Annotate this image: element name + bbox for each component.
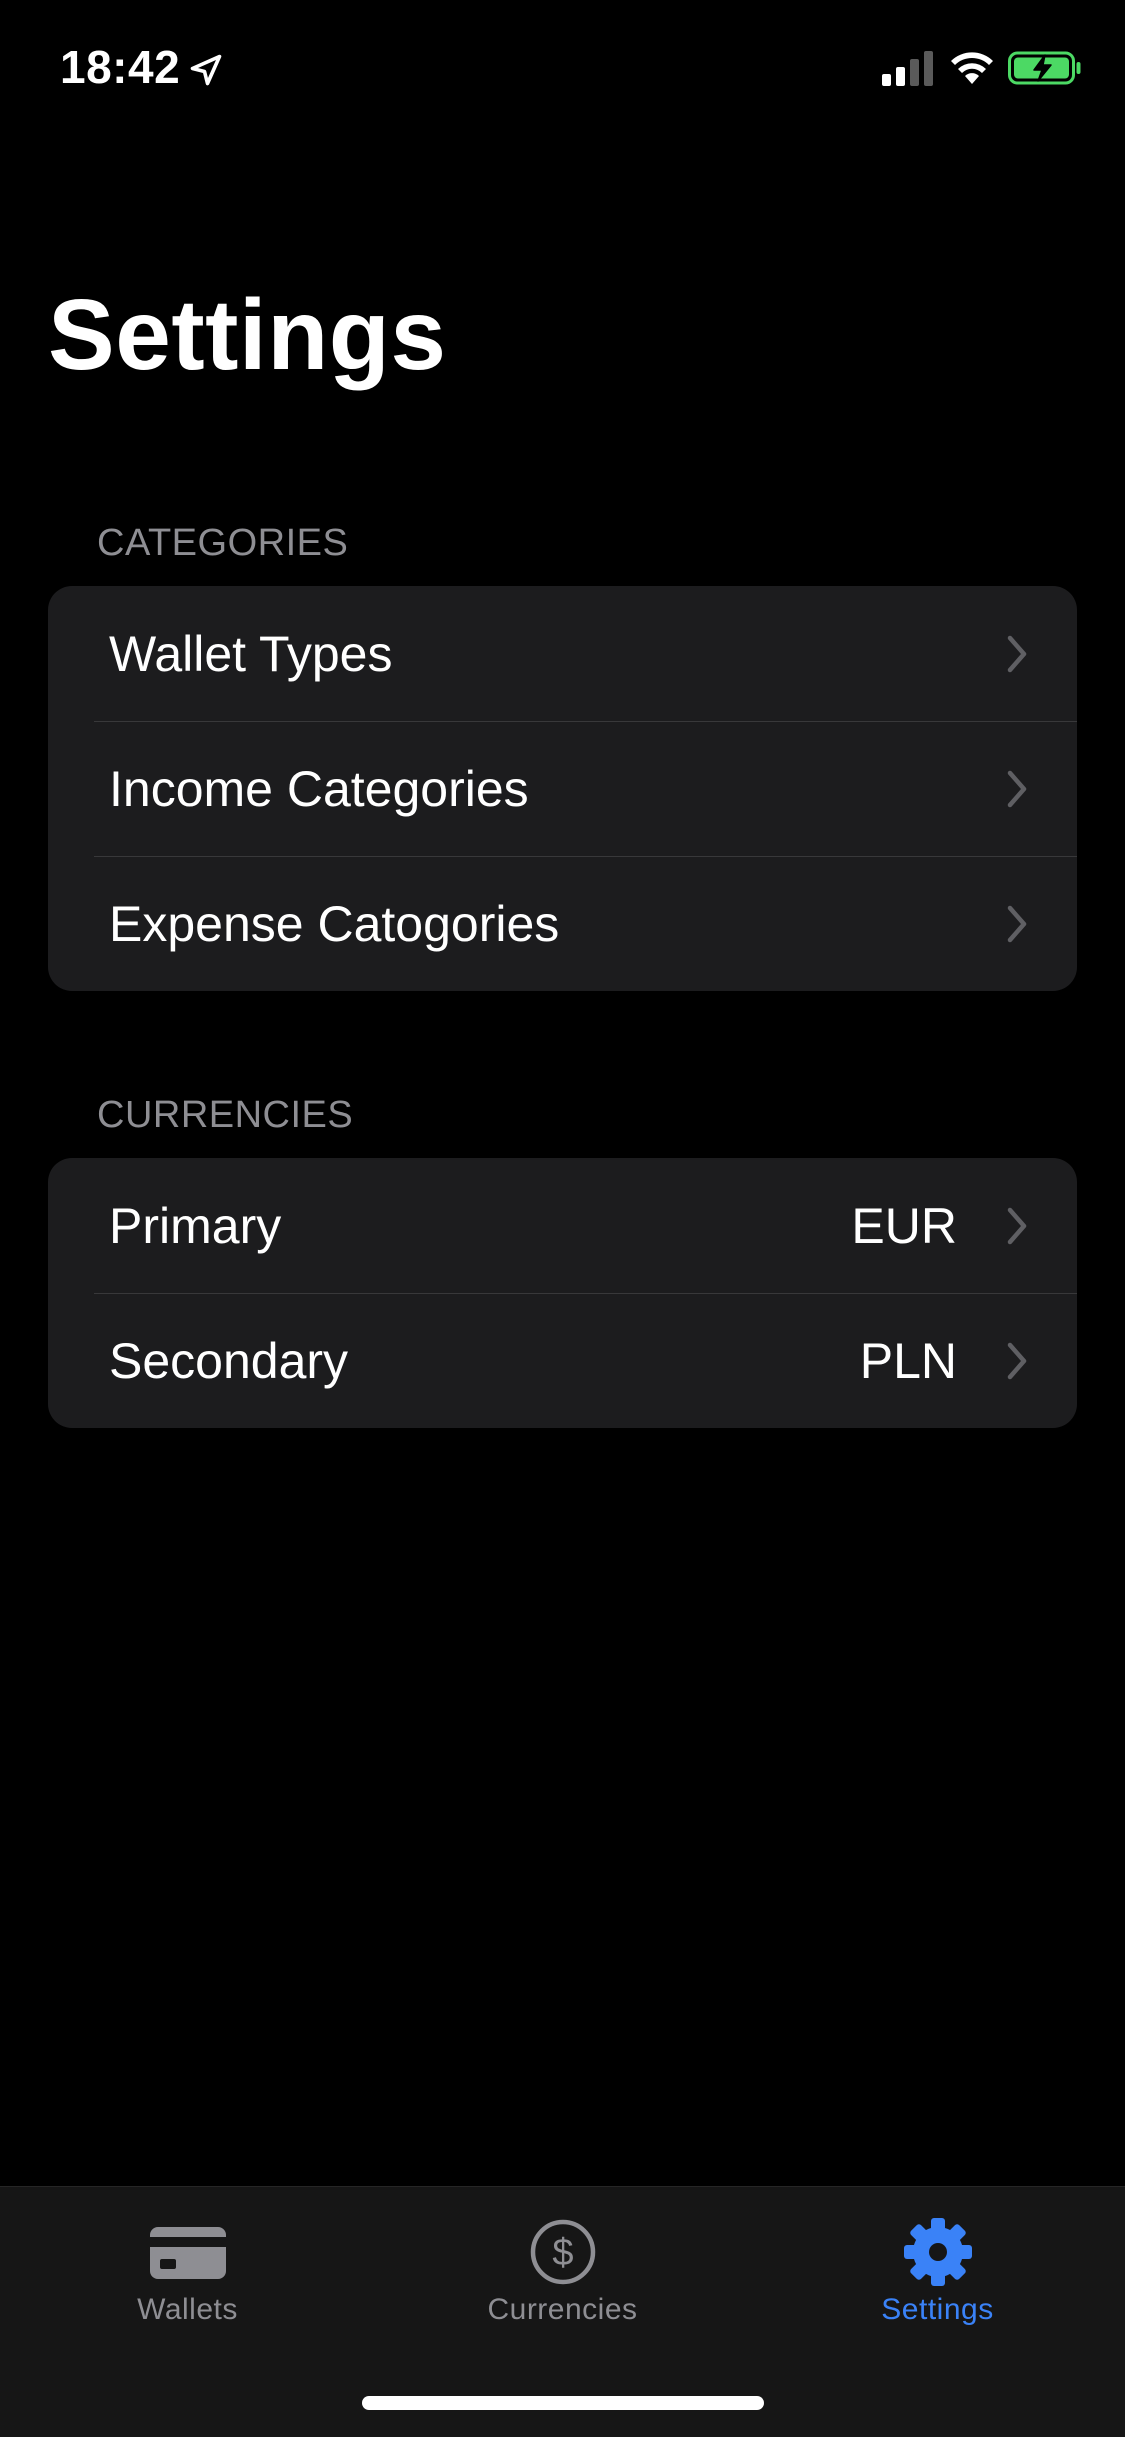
row-label: Income Categories <box>109 760 529 817</box>
chevron-right-icon <box>1007 770 1027 807</box>
row-primary-currency[interactable]: Primary EUR <box>48 1158 1077 1293</box>
chevron-right-icon <box>1007 905 1027 942</box>
chevron-right-icon <box>1007 1207 1027 1244</box>
tab-wallets[interactable]: Wallets <box>0 2187 375 2357</box>
row-income-categories[interactable]: Income Categories <box>48 721 1077 856</box>
row-label: Secondary <box>109 1332 349 1389</box>
row-label: Primary <box>109 1197 282 1254</box>
row-label: Expense Catogories <box>109 895 560 952</box>
cellular-signal-icon <box>882 51 933 86</box>
chevron-right-icon <box>1007 635 1027 672</box>
creditcard-icon <box>149 2227 226 2279</box>
status-time: 18:42 <box>60 41 181 93</box>
location-arrow-icon <box>190 54 222 86</box>
tab-label: Settings <box>881 2293 994 2326</box>
svg-text:$: $ <box>552 2232 573 2274</box>
page-title: Settings <box>48 279 447 391</box>
currencies-group: Primary EUR Secondary PLN <box>48 1158 1077 1428</box>
chevron-right-icon <box>1007 1342 1027 1379</box>
tab-settings[interactable]: Settings <box>750 2187 1125 2357</box>
row-value: EUR <box>851 1197 957 1254</box>
row-value: PLN <box>859 1332 957 1389</box>
categories-group: Wallet Types Income Categories Expense C… <box>48 586 1077 991</box>
tab-currencies[interactable]: $ Currencies <box>375 2187 750 2357</box>
row-label: Wallet Types <box>109 625 393 682</box>
home-indicator[interactable] <box>362 2396 764 2410</box>
dollar-circle-icon: $ <box>530 2219 595 2285</box>
tab-label: Currencies <box>487 2293 638 2326</box>
gear-icon <box>903 2218 972 2286</box>
status-bar: 18:42 <box>0 0 1125 132</box>
row-expense-categories[interactable]: Expense Catogories <box>48 856 1077 991</box>
section-header-currencies: CURRENCIES <box>97 1094 354 1136</box>
battery-charging-icon <box>1008 51 1081 85</box>
tab-label: Wallets <box>137 2293 238 2326</box>
row-secondary-currency[interactable]: Secondary PLN <box>48 1293 1077 1428</box>
row-wallet-types[interactable]: Wallet Types <box>48 586 1077 721</box>
section-header-categories: CATEGORIES <box>97 522 349 564</box>
wifi-icon <box>951 52 993 84</box>
